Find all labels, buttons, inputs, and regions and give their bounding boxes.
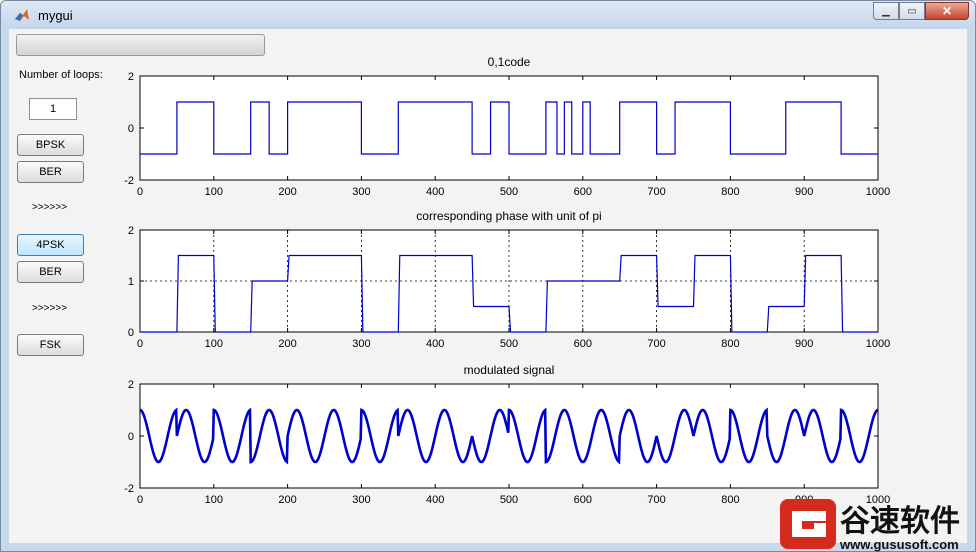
x-tick-label: 500 [500, 338, 518, 350]
x-tick-label: 0 [137, 494, 143, 506]
x-tick-label: 300 [352, 338, 370, 350]
x-tick-label: 200 [278, 494, 296, 506]
x-tick-label: 700 [647, 494, 665, 506]
watermark-brand: 谷速软件 [840, 504, 960, 539]
x-tick-label: 900 [795, 186, 813, 198]
x-tick-label: 0 [137, 186, 143, 198]
y-tick-label: 0 [128, 431, 134, 443]
x-tick-label: 0 [137, 338, 143, 350]
x-tick-label: 1000 [866, 186, 890, 198]
watermark-logo: 谷速软件 www.gususoft.com [780, 499, 960, 552]
x-tick-label: 100 [205, 338, 223, 350]
x-tick-label: 600 [574, 494, 592, 506]
y-tick-label: 2 [128, 225, 134, 237]
plot-title: 0,1code [488, 55, 531, 69]
x-tick-label: 700 [647, 186, 665, 198]
x-tick-label: 700 [647, 338, 665, 350]
y-tick-label: 0 [128, 327, 134, 339]
x-tick-label: 200 [278, 186, 296, 198]
x-tick-label: 1000 [866, 338, 890, 350]
y-tick-label: 0 [128, 123, 134, 135]
x-tick-label: 600 [574, 186, 592, 198]
x-tick-label: 100 [205, 494, 223, 506]
x-tick-label: 400 [426, 186, 444, 198]
x-tick-label: 400 [426, 494, 444, 506]
x-tick-label: 900 [795, 338, 813, 350]
y-tick-label: -2 [124, 175, 134, 187]
x-tick-label: 800 [721, 186, 739, 198]
y-tick-label: 2 [128, 379, 134, 391]
x-tick-label: 100 [205, 186, 223, 198]
x-tick-label: 500 [500, 186, 518, 198]
plot-title: modulated signal [464, 363, 555, 377]
y-tick-label: 1 [128, 276, 134, 288]
x-tick-label: 800 [721, 338, 739, 350]
x-tick-label: 600 [574, 338, 592, 350]
plots-canvas: 0,1code0 100 200 300 400 500 600 700 800 900 10002… [124, 55, 890, 506]
y-tick-label: -2 [124, 483, 134, 495]
x-tick-label: 800 [721, 494, 739, 506]
x-tick-label: 300 [352, 494, 370, 506]
plot-title: corresponding phase with unit of pi [416, 209, 601, 223]
x-tick-label: 200 [278, 338, 296, 350]
x-tick-label: 500 [500, 494, 518, 506]
x-tick-label: 400 [426, 338, 444, 350]
x-tick-label: 300 [352, 186, 370, 198]
y-tick-label: 2 [128, 71, 134, 83]
watermark-url: www.gususoft.com [839, 537, 959, 552]
